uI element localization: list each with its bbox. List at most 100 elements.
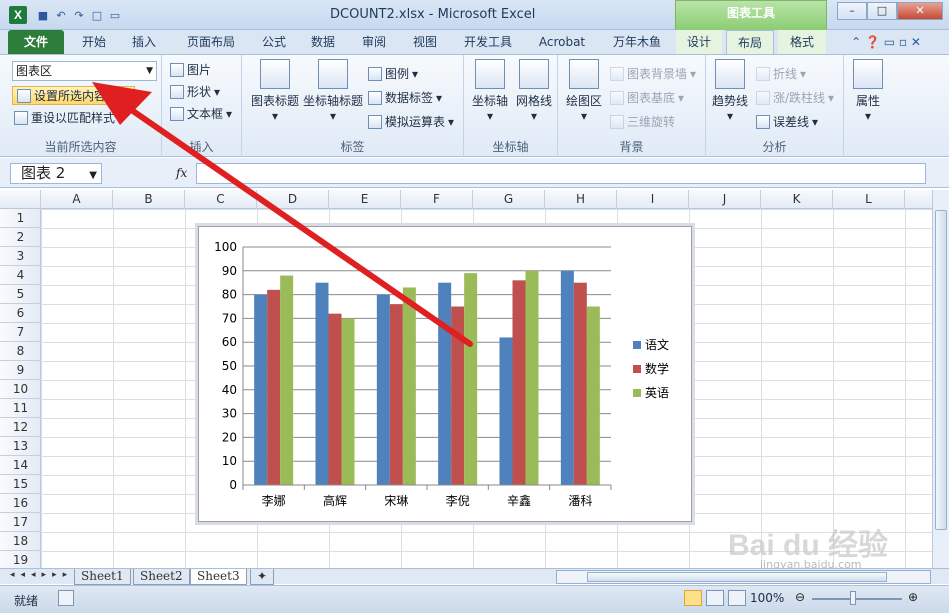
- bar-数学-李倪[interactable]: [451, 306, 465, 486]
- insert-function-icon[interactable]: fx: [176, 166, 187, 180]
- row-header-10[interactable]: 10: [0, 380, 41, 399]
- data-labels-button[interactable]: 数据标签 ▾: [368, 89, 442, 106]
- column-header-l[interactable]: L: [833, 190, 905, 209]
- minimize-button[interactable]: –: [837, 2, 867, 20]
- column-header-h[interactable]: H: [545, 190, 617, 209]
- column-header-f[interactable]: F: [401, 190, 473, 209]
- page-layout-view-icon[interactable]: [706, 590, 724, 606]
- column-header-c[interactable]: C: [185, 190, 257, 209]
- help-controls[interactable]: ⌃ ❓ ▭ ▫ ✕: [836, 30, 936, 54]
- sheet-nav-buttons[interactable]: ◂◂◂▸▸▸: [10, 570, 73, 580]
- select-all-corner[interactable]: [0, 190, 41, 209]
- row-header-7[interactable]: 7: [0, 323, 41, 342]
- bar-语文-辛鑫[interactable]: [499, 337, 513, 485]
- chart-wall-button[interactable]: 图表背景墙 ▾: [610, 65, 696, 82]
- name-box[interactable]: 图表 2 ▼: [10, 163, 102, 184]
- vertical-scrollbar[interactable]: [932, 190, 949, 568]
- tab-wannianmuyu[interactable]: 万年木鱼: [602, 30, 672, 54]
- sheet-tab-1[interactable]: Sheet1: [74, 569, 131, 585]
- row-header-17[interactable]: 17: [0, 513, 41, 532]
- horizontal-scrollbar[interactable]: [556, 570, 931, 584]
- chevron-down-icon[interactable]: ▼: [89, 166, 97, 185]
- row-header-16[interactable]: 16: [0, 494, 41, 513]
- shapes-button[interactable]: 形状 ▾: [170, 83, 220, 100]
- bar-数学-高辉[interactable]: [328, 313, 342, 485]
- horizontal-scroll-thumb[interactable]: [587, 572, 887, 582]
- format-selection-button[interactable]: 设置所选内容格式: [12, 86, 136, 105]
- bar-语文-李娜[interactable]: [254, 294, 268, 485]
- row-header-13[interactable]: 13: [0, 437, 41, 456]
- tab-file[interactable]: 文件: [8, 30, 64, 54]
- open-file-icon[interactable]: ▭: [108, 9, 122, 22]
- row-header-2[interactable]: 2: [0, 228, 41, 247]
- gridlines-button[interactable]: 网格线 ▾: [512, 59, 556, 123]
- column-header-i[interactable]: I: [617, 190, 689, 209]
- save-icon[interactable]: ■: [36, 9, 50, 22]
- redo-icon[interactable]: ↷: [72, 9, 86, 22]
- chevron-down-icon[interactable]: ▼: [146, 62, 153, 80]
- undo-icon[interactable]: ↶: [54, 9, 68, 22]
- 3d-rotation-button[interactable]: 三维旋转: [610, 113, 675, 130]
- chart-title-button[interactable]: 图表标题 ▾: [248, 59, 302, 123]
- tab-insert[interactable]: 插入: [122, 30, 166, 54]
- tab-home[interactable]: 开始: [72, 30, 116, 54]
- plot-area-button[interactable]: 绘图区 ▾: [562, 59, 606, 123]
- column-header-e[interactable]: E: [329, 190, 401, 209]
- tab-design[interactable]: 设计: [676, 30, 722, 54]
- vertical-scroll-thumb[interactable]: [935, 210, 947, 530]
- chart-elements-combo[interactable]: 图表区 ▼: [12, 61, 157, 81]
- maximize-button[interactable]: □: [867, 2, 897, 20]
- tab-review[interactable]: 审阅: [353, 30, 395, 54]
- bar-英语-辛鑫[interactable]: [525, 270, 539, 485]
- bar-英语-李娜[interactable]: [280, 275, 294, 485]
- tab-view[interactable]: 视图: [403, 30, 447, 54]
- excel-app-icon[interactable]: X: [9, 6, 27, 24]
- bar-数学-潘科[interactable]: [573, 282, 587, 485]
- tab-layout[interactable]: 布局: [726, 30, 774, 54]
- row-header-11[interactable]: 11: [0, 399, 41, 418]
- tab-format[interactable]: 格式: [778, 30, 826, 54]
- chart-floor-button[interactable]: 图表基底 ▾: [610, 89, 684, 106]
- column-chart[interactable]: 0 10 20 30 40 50 60 70 80 90 100 李娜 高辉 宋琳 李倪 辛鑫 潘科 语文数学…: [199, 227, 693, 523]
- tab-developer[interactable]: 开发工具: [455, 30, 521, 54]
- column-header-g[interactable]: G: [473, 190, 545, 209]
- zoom-out-icon[interactable]: ⊖: [795, 590, 805, 604]
- updown-bars-button[interactable]: 涨/跌柱线 ▾: [756, 89, 834, 106]
- tab-page-layout[interactable]: 页面布局: [176, 30, 246, 54]
- legend-button[interactable]: 图例 ▾: [368, 65, 418, 82]
- new-file-icon[interactable]: □: [90, 9, 104, 22]
- page-break-view-icon[interactable]: [728, 590, 746, 606]
- row-header-9[interactable]: 9: [0, 361, 41, 380]
- bar-数学-宋琳[interactable]: [389, 304, 403, 485]
- column-header-d[interactable]: D: [257, 190, 329, 209]
- chart-area[interactable]: 0 10 20 30 40 50 60 70 80 90 100 李娜 高辉 宋琳 李倪 辛鑫 潘科 语文 数学…: [198, 226, 692, 522]
- row-header-8[interactable]: 8: [0, 342, 41, 361]
- row-header-15[interactable]: 15: [0, 475, 41, 494]
- bar-数学-辛鑫[interactable]: [512, 280, 526, 485]
- row-header-18[interactable]: 18: [0, 532, 41, 551]
- column-header-k[interactable]: K: [761, 190, 833, 209]
- trendline-button[interactable]: 趋势线 ▾: [708, 59, 752, 123]
- axes-button[interactable]: 坐标轴 ▾: [468, 59, 512, 123]
- zoom-in-icon[interactable]: ⊕: [908, 590, 918, 604]
- column-header-b[interactable]: B: [113, 190, 185, 209]
- row-header-5[interactable]: 5: [0, 285, 41, 304]
- close-button[interactable]: ✕: [897, 2, 943, 20]
- column-header-a[interactable]: A: [41, 190, 113, 209]
- bar-英语-潘科[interactable]: [586, 306, 600, 486]
- bar-英语-高辉[interactable]: [341, 318, 355, 485]
- reset-style-button[interactable]: 重设以匹配样式: [14, 109, 115, 126]
- insert-sheet-icon[interactable]: ✦: [250, 569, 275, 585]
- zoom-slider[interactable]: [812, 598, 902, 600]
- error-bars-button[interactable]: 误差线 ▾: [756, 113, 818, 130]
- row-header-6[interactable]: 6: [0, 304, 41, 323]
- bar-语文-高辉[interactable]: [315, 282, 329, 485]
- tab-formulas[interactable]: 公式: [254, 30, 294, 54]
- lines-button[interactable]: 折线 ▾: [756, 65, 806, 82]
- axis-title-button[interactable]: 坐标轴标题 ▾: [302, 59, 364, 123]
- row-header-12[interactable]: 12: [0, 418, 41, 437]
- picture-button[interactable]: 图片: [170, 61, 211, 78]
- row-header-3[interactable]: 3: [0, 247, 41, 266]
- row-header-4[interactable]: 4: [0, 266, 41, 285]
- bar-数学-李娜[interactable]: [267, 289, 281, 485]
